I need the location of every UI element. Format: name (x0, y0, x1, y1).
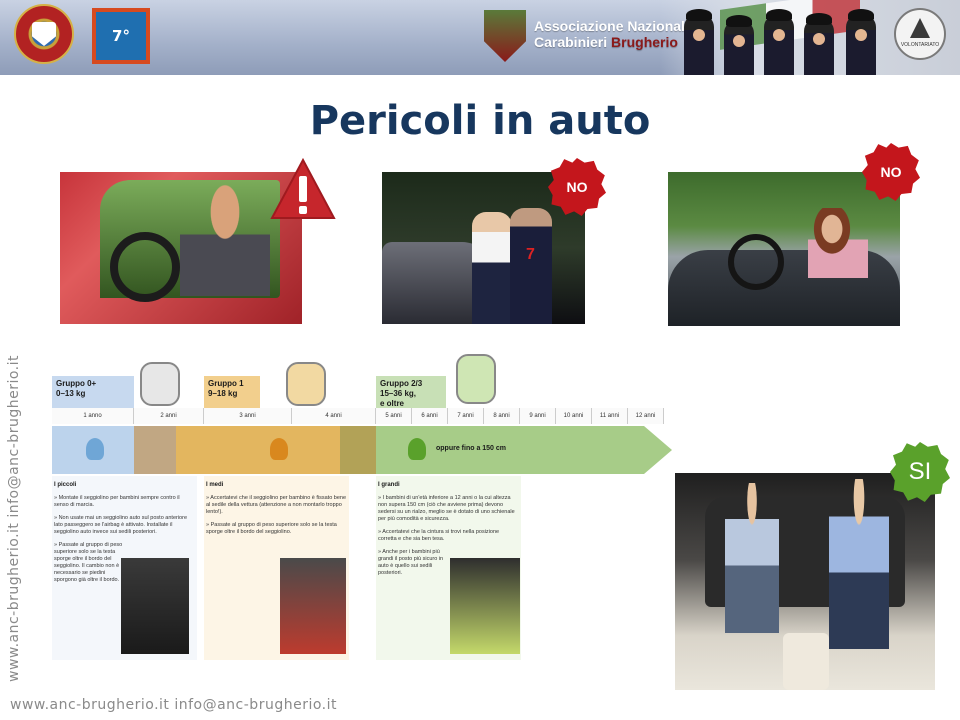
baby-icon (86, 438, 104, 460)
group-weight: 15–36 kg, (380, 389, 417, 398)
age-label: 4 anni (292, 408, 376, 424)
column-heading: I piccoli (54, 482, 77, 488)
column-item: » Accertatevi che il seggiolino per bamb… (206, 495, 347, 515)
column-item: » I bambini di un'età inferiore a 12 ann… (378, 495, 515, 522)
age-label: 7 anni (448, 408, 484, 424)
jersey-number: 7 (526, 246, 535, 263)
column-grandi: I grandi » I bambini di un'età inferiore… (376, 476, 521, 660)
group-2-3-label: Gruppo 2/3 15–36 kg, e oltre (376, 376, 446, 410)
age-label: 9 anni (520, 408, 556, 424)
group-title: Gruppo 1 (208, 379, 244, 388)
slide-title: Pericoli in auto (309, 98, 651, 144)
anniversary-logo-text: 7° (96, 12, 146, 60)
growth-arrow (52, 426, 672, 474)
group-title: Gruppo 2/3 (380, 379, 423, 388)
age-label: 5 anni (376, 408, 412, 424)
booster-seat-photo (450, 558, 520, 654)
height-limit-label: oppure fino a 150 cm (436, 445, 507, 452)
volontariato-logo: VOLONTARIATO (894, 8, 946, 60)
volontariato-text: VOLONTARIATO (900, 42, 940, 48)
age-label: 2 anni (134, 408, 204, 424)
association-name-line1: Associazione Nazionale (534, 18, 693, 34)
anniversary-logo: 7° (92, 8, 150, 64)
photo-phone-while-driving (668, 172, 900, 326)
photo-smoking-driver (60, 172, 302, 324)
booster-seat-icon (456, 354, 496, 404)
column-heading: I medi (206, 482, 224, 488)
badge-no-label: NO (566, 179, 588, 195)
baby-seat-photo (121, 558, 189, 654)
age-label: 10 anni (556, 408, 592, 424)
association-name-carabinieri: Carabinieri (534, 34, 612, 50)
column-medi: I medi » Accertatevi che il seggiolino p… (204, 476, 349, 660)
carabinieri-soldiers-image (680, 0, 890, 75)
age-scale: 1 anno 2 anni 3 anni 4 anni 5 anni 6 ann… (52, 408, 664, 424)
association-name-brugherio: Brugherio (611, 34, 678, 50)
column-item: » Non usate mai un seggiolino auto sul p… (54, 515, 188, 535)
child-seat-infographic: Gruppo 0+ 0–13 kg Gruppo 1 9–18 kg Grupp… (52, 340, 672, 660)
bicycle-child-icon (408, 438, 426, 460)
photo-kids-back-seat (675, 473, 935, 690)
column-item: » Passate al gruppo di peso superiore so… (54, 542, 123, 583)
badge-si-label: SI (908, 458, 932, 485)
carabinieri-crest-logo (14, 4, 74, 64)
baby-seat-icon (140, 362, 180, 406)
age-label: 8 anni (484, 408, 520, 424)
child-seat-icon (286, 362, 326, 406)
toddler-icon (270, 438, 288, 460)
association-shield-logo (484, 10, 526, 62)
side-watermark: www.anc-brugherio.it info@anc-brugherio.… (6, 355, 22, 682)
warning-triangle-icon (270, 157, 336, 220)
age-label: 3 anni (204, 408, 292, 424)
age-label: 6 anni (412, 408, 448, 424)
column-item: » Montate il seggiolino per bambini semp… (54, 495, 180, 508)
association-name: Associazione Nazionale Carabinieri Brugh… (534, 18, 694, 50)
header-banner: 7° Associazione Nazionale Carabinieri Br… (0, 0, 960, 75)
column-item: » Passate al gruppo di peso superiore so… (206, 522, 337, 535)
age-label: 11 anni (592, 408, 628, 424)
column-item: » Accertatevi che la cintura si trovi ne… (378, 529, 500, 542)
child-seat-photo (280, 558, 346, 654)
badge-no-label: NO (880, 164, 902, 180)
group-title: Gruppo 0+ (56, 379, 97, 388)
column-piccoli: I piccoli » Montate il seggiolino per ba… (52, 476, 197, 660)
association-name-line2: Carabinieri Brugherio (534, 34, 694, 50)
group-weight: 0–13 kg (56, 389, 86, 398)
age-label: 12 anni (628, 408, 664, 424)
group-1-label: Gruppo 1 9–18 kg (204, 376, 260, 410)
group-weight: 9–18 kg (208, 389, 238, 398)
column-item: » Anche per i bambini più grandi il post… (378, 549, 444, 576)
age-label: 1 anno (52, 408, 134, 424)
bottom-watermark: www.anc-brugherio.it info@anc-brugherio.… (10, 697, 337, 713)
column-heading: I grandi (378, 482, 400, 488)
group-0-label: Gruppo 0+ 0–13 kg (52, 376, 134, 410)
